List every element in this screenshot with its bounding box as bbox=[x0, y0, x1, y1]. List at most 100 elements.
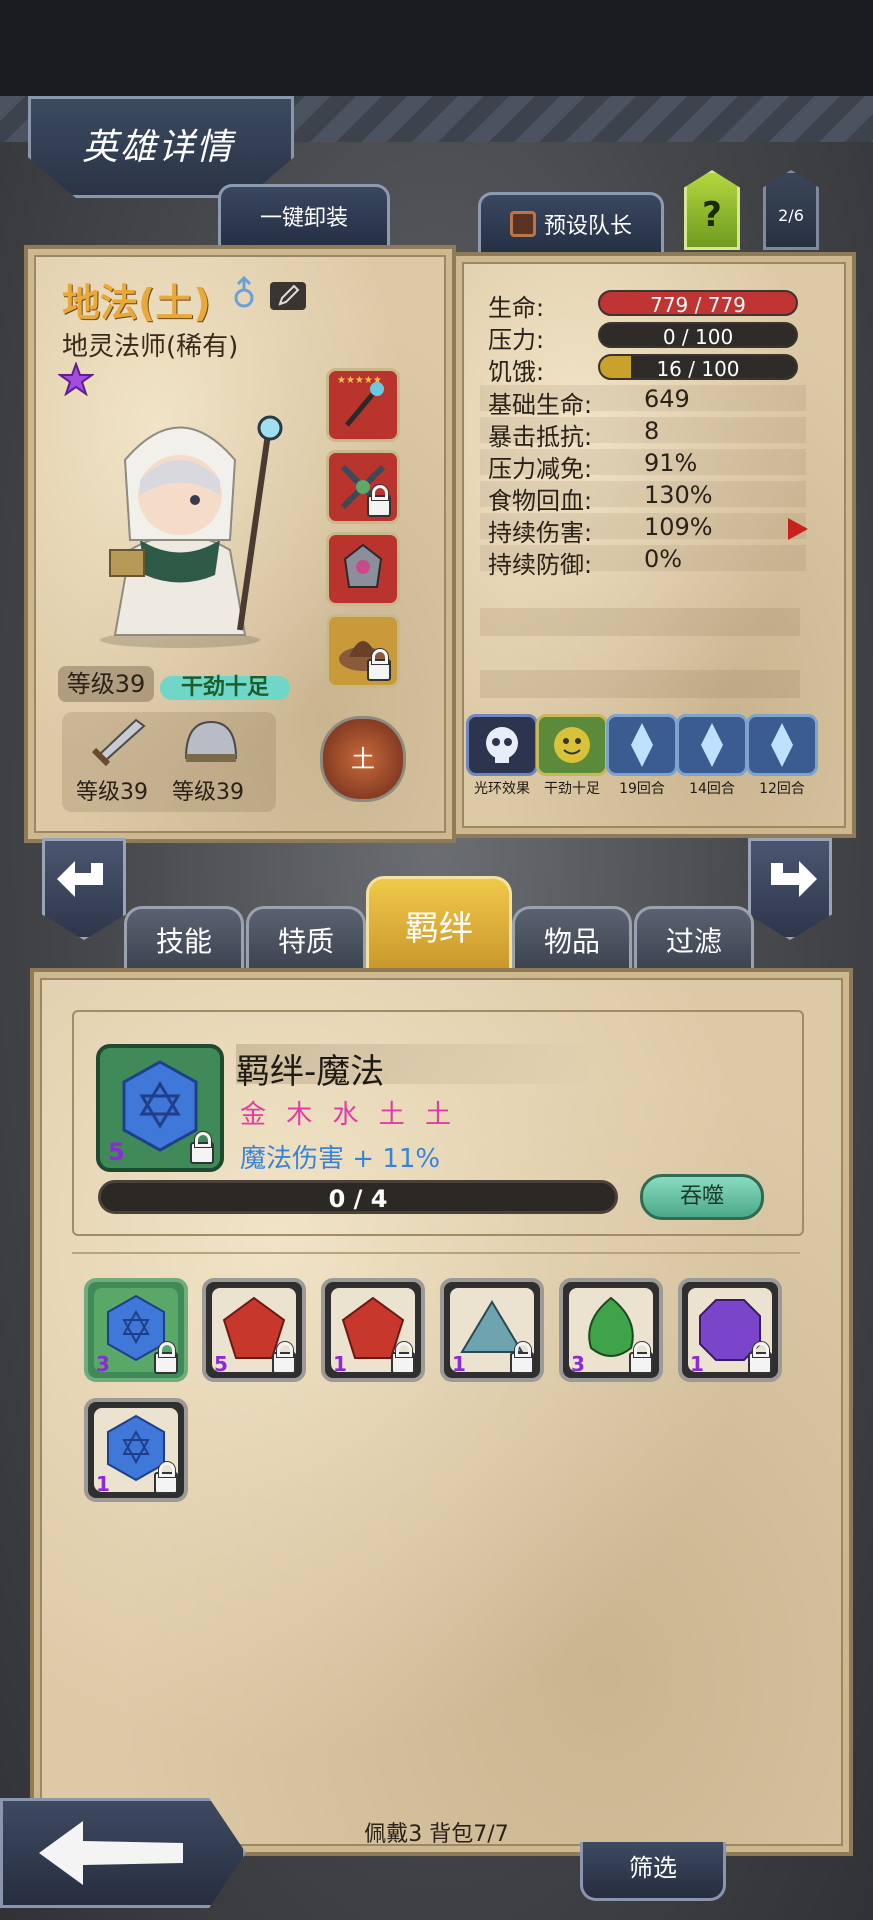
mood-badge: 干劲十足 bbox=[160, 676, 290, 700]
hunger-bar: 16 / 100 bbox=[598, 354, 798, 380]
effect-label: 光环效果 bbox=[474, 781, 530, 797]
tab-filter[interactable]: 过滤 bbox=[634, 906, 754, 971]
lock-icon bbox=[154, 1462, 178, 1494]
bond-gem-count: 5 bbox=[108, 1138, 125, 1166]
hero-portrait bbox=[70, 400, 300, 650]
stat-label: 食物回血: bbox=[488, 487, 593, 515]
hp-value: 779 / 779 bbox=[650, 293, 746, 316]
stat-row: 食物回血: 130% bbox=[480, 481, 806, 515]
equipment-slot-4[interactable] bbox=[326, 614, 400, 688]
arrow-left-icon bbox=[57, 861, 103, 897]
stat-value: 649 bbox=[644, 385, 690, 413]
aura-effect[interactable] bbox=[466, 714, 538, 776]
mood-effect[interactable] bbox=[536, 714, 608, 776]
gem-slot-1[interactable]: 3 bbox=[84, 1278, 188, 1382]
lock-icon bbox=[367, 485, 391, 517]
smiley-icon bbox=[554, 727, 590, 763]
buff-effect-1[interactable] bbox=[606, 714, 678, 776]
unequip-all-button[interactable]: 一键卸装 bbox=[218, 184, 390, 245]
stress-row: 压力: 0 / 100 bbox=[488, 320, 798, 354]
gem-slot-5[interactable]: 3 bbox=[559, 1278, 663, 1382]
empty-stat-row bbox=[480, 608, 800, 636]
bond-title: 羁绊-魔法 bbox=[236, 1044, 596, 1092]
gem-count: 1 bbox=[452, 1352, 466, 1376]
lock-icon bbox=[367, 649, 391, 681]
status-bar-area bbox=[0, 0, 873, 96]
stat-value: 130% bbox=[644, 481, 713, 509]
weapon-level: 等级39 bbox=[76, 780, 148, 805]
checkbox-icon[interactable] bbox=[509, 211, 536, 237]
back-arrow-icon bbox=[39, 1821, 183, 1885]
filter-button[interactable]: 筛选 bbox=[580, 1842, 726, 1901]
crystal-icon bbox=[631, 723, 653, 767]
staff-icon: ★★★★★ bbox=[337, 375, 384, 427]
expand-arrow-icon[interactable] bbox=[786, 516, 810, 542]
lock-icon bbox=[190, 1132, 214, 1164]
element-button[interactable]: 土 bbox=[320, 716, 406, 802]
arrow-right-icon bbox=[771, 861, 817, 897]
skull-icon bbox=[486, 727, 518, 763]
tab-traits[interactable]: 特质 bbox=[246, 906, 366, 971]
lock-icon bbox=[629, 1342, 653, 1374]
gem-count: 3 bbox=[96, 1352, 110, 1376]
male-icon bbox=[232, 275, 256, 312]
bond-progress-bar: 0 / 4 bbox=[98, 1180, 618, 1214]
effect-label: 19回合 bbox=[619, 781, 665, 797]
equipment-slot-1[interactable]: ★★★★★ bbox=[326, 368, 400, 442]
lock-icon bbox=[272, 1342, 296, 1374]
tab-bonds[interactable]: 羁绊 bbox=[366, 876, 512, 971]
hp-row: 生命: 779 / 779 bbox=[488, 288, 798, 322]
gem-count: 3 bbox=[571, 1352, 585, 1376]
stat-row: 压力减免: 91% bbox=[480, 449, 806, 483]
lock-icon bbox=[748, 1342, 772, 1374]
tab-skills[interactable]: 技能 bbox=[124, 906, 244, 971]
armor-level: 等级39 bbox=[172, 780, 244, 805]
gem-slot-4[interactable]: 1 bbox=[440, 1278, 544, 1382]
stress-label: 压力: bbox=[488, 326, 545, 354]
lock-icon bbox=[391, 1342, 415, 1374]
preset-leader-label: 预设队长 bbox=[543, 214, 632, 239]
hunger-label: 饥饿: bbox=[488, 358, 545, 386]
buff-effect-2[interactable] bbox=[676, 714, 748, 776]
tab-items[interactable]: 物品 bbox=[512, 906, 632, 971]
edit-name-button[interactable] bbox=[270, 282, 306, 310]
hero-level: 等级39 bbox=[58, 666, 154, 702]
bond-gem-slot[interactable]: 5 bbox=[96, 1044, 224, 1172]
hero-class: 地灵法师(稀有) bbox=[62, 332, 239, 362]
gem-count: 1 bbox=[690, 1352, 704, 1376]
empty-stat-row bbox=[480, 670, 800, 698]
stat-label: 压力减免: bbox=[488, 455, 593, 483]
hunger-value: 16 / 100 bbox=[656, 357, 740, 380]
page-title: 英雄详情 bbox=[81, 127, 234, 168]
stat-label: 持续防御: bbox=[488, 551, 593, 579]
back-button[interactable] bbox=[0, 1798, 246, 1908]
devour-button[interactable]: 吞噬 bbox=[640, 1174, 764, 1220]
effect-label: 12回合 bbox=[759, 781, 805, 797]
crystal-icon bbox=[701, 723, 723, 767]
gem-count: 5 bbox=[214, 1352, 228, 1376]
bond-bonus: 魔法伤害 + 11% bbox=[240, 1144, 441, 1174]
stat-value: 0% bbox=[644, 545, 683, 573]
gem-slot-3[interactable]: 1 bbox=[321, 1278, 425, 1382]
lock-icon bbox=[154, 1342, 178, 1374]
gem-slot-2[interactable]: 5 bbox=[202, 1278, 306, 1382]
stat-value: 91% bbox=[644, 449, 698, 477]
preset-leader-toggle[interactable]: 预设队长 bbox=[478, 192, 664, 253]
gem-count: 1 bbox=[96, 1472, 110, 1496]
equipment-slot-3[interactable] bbox=[326, 532, 400, 606]
gem-slot-6[interactable]: 1 bbox=[678, 1278, 782, 1382]
stress-value: 0 / 100 bbox=[662, 325, 734, 348]
stat-value: 8 bbox=[644, 417, 660, 445]
lock-icon bbox=[510, 1342, 534, 1374]
equipment-slot-2[interactable] bbox=[326, 450, 400, 524]
hunger-row: 饥饿: 16 / 100 bbox=[488, 352, 798, 386]
buff-effect-3[interactable] bbox=[746, 714, 818, 776]
helmet-crest-icon bbox=[343, 543, 383, 588]
hp-label: 生命: bbox=[488, 294, 545, 322]
gem-slot-7[interactable]: 1 bbox=[84, 1398, 188, 1502]
stat-row: 暴击抵抗: 8 bbox=[480, 417, 806, 451]
bond-elements: 金 木 水 土 土 bbox=[240, 1100, 458, 1130]
crystal-icon bbox=[771, 723, 793, 767]
bond-progress-text: 0 / 4 bbox=[328, 1185, 388, 1213]
hero-name: 地法(土) bbox=[62, 281, 211, 325]
